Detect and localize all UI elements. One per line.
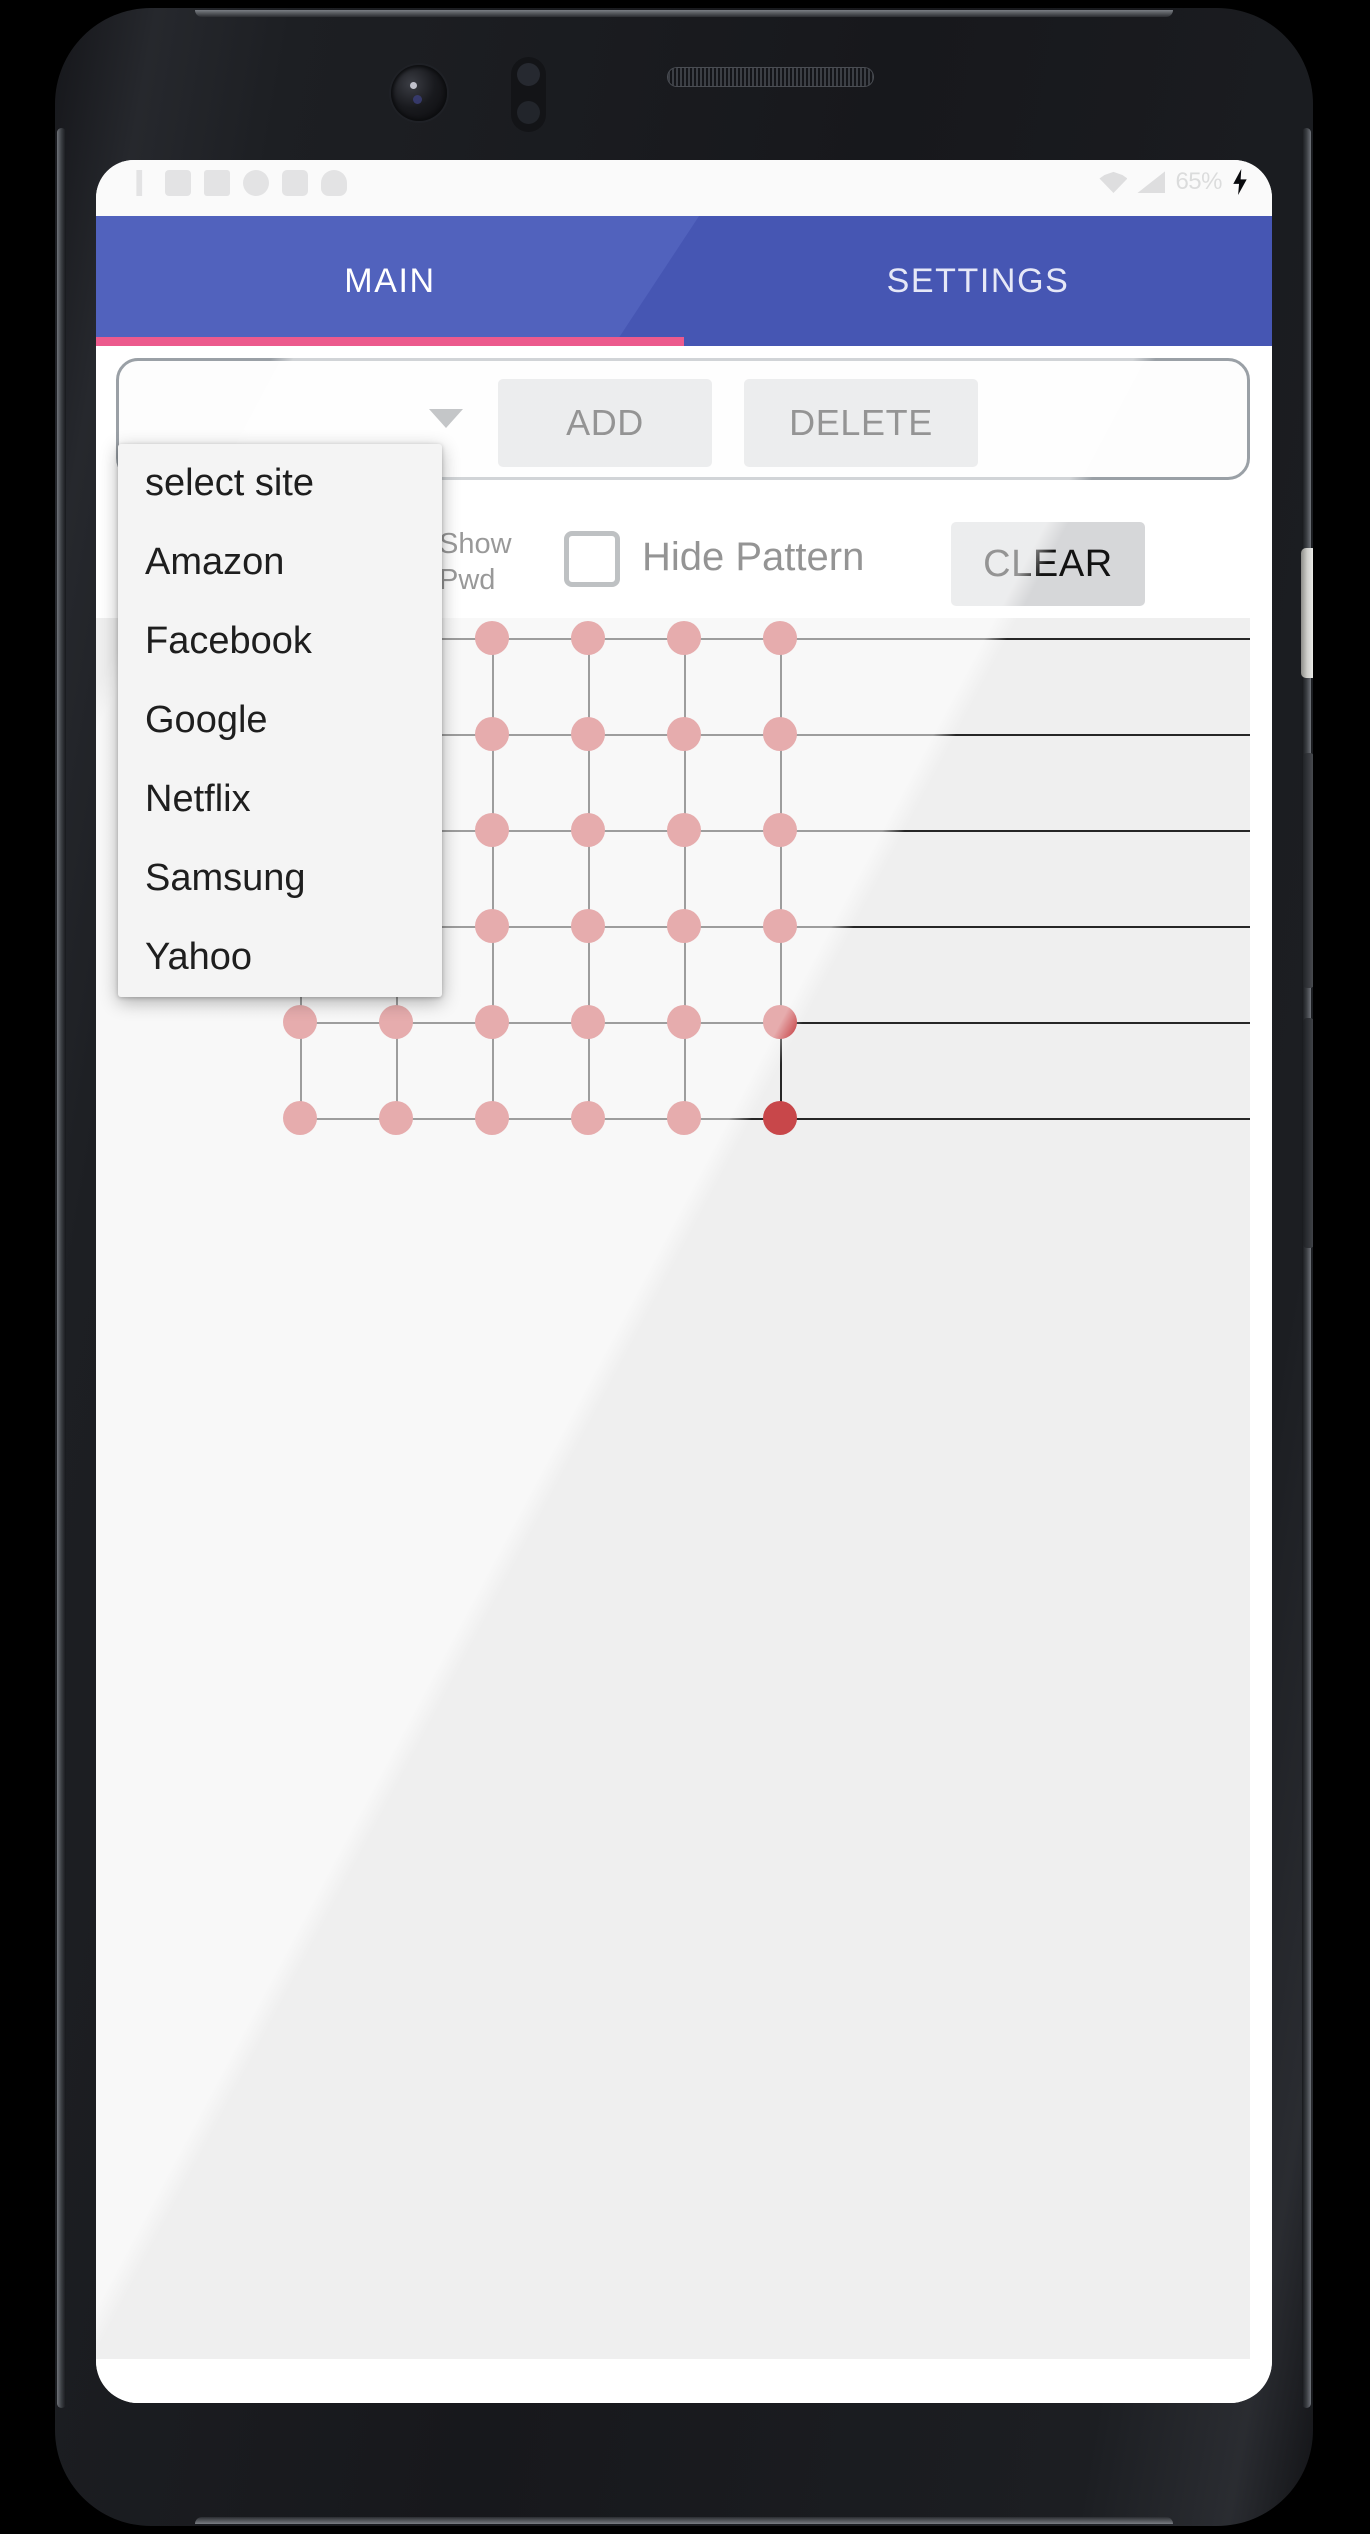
pattern-dot-r3-c5[interactable]: [763, 909, 797, 943]
show-pwd-label: Show Pwd: [439, 526, 549, 598]
proximity-sensor-icon: [511, 57, 546, 132]
pattern-dot-r5-c5[interactable]: [763, 1101, 797, 1135]
pattern-dot-r5-c2[interactable]: [475, 1101, 509, 1135]
dropdown-item-label: Netflix: [145, 778, 251, 820]
pattern-dot-r2-c3[interactable]: [571, 813, 605, 847]
pattern-dot-r4-c0[interactable]: [283, 1005, 317, 1039]
chevron-down-icon[interactable]: [429, 409, 463, 428]
battery-percent-label: 65%: [1175, 168, 1222, 195]
notification-icon-6: [321, 170, 347, 196]
pattern-dot-r4-c1[interactable]: [379, 1005, 413, 1039]
notification-icon-2: [165, 170, 191, 196]
hide-pattern-label: Hide Pattern: [642, 535, 865, 579]
phone-frame: 65% MAIN SETTINGS ADD DELETE Show Pwd Hi…: [55, 8, 1313, 2526]
site-dropdown-menu[interactable]: select site Amazon Facebook Google Netflix Sa…: [118, 444, 442, 997]
tab-settings-label: SETTINGS: [886, 261, 1070, 300]
wifi-icon: [1099, 171, 1128, 193]
pattern-dot-r1-c4[interactable]: [667, 717, 701, 751]
pattern-dot-r5-c3[interactable]: [571, 1101, 605, 1135]
dropdown-item-label: Google: [145, 699, 268, 741]
pattern-dot-r2-c4[interactable]: [667, 813, 701, 847]
phone-rim-top: [195, 10, 1173, 17]
dropdown-item-amazon[interactable]: Amazon: [118, 523, 442, 602]
status-bar-notification-icons: [126, 170, 347, 196]
pattern-dot-r1-c3[interactable]: [571, 717, 605, 751]
pattern-grid-line-v-4: [684, 638, 686, 1118]
dropdown-item-label: select site: [145, 462, 314, 504]
pattern-dot-r3-c4[interactable]: [667, 909, 701, 943]
pattern-dot-r4-c5[interactable]: [763, 1005, 797, 1039]
app-content: ADD DELETE Show Pwd Hide Pattern CLEAR s: [96, 346, 1272, 2403]
power-button[interactable]: [1301, 548, 1313, 678]
status-bar-system-icons: 65%: [1099, 168, 1248, 196]
charging-bolt-icon: [1233, 169, 1247, 195]
show-pwd-label-line1: Show: [439, 528, 512, 560]
dropdown-item-label: Amazon: [145, 541, 285, 583]
pattern-dot-r0-c2[interactable]: [475, 621, 509, 655]
pattern-dot-r3-c2[interactable]: [475, 909, 509, 943]
pattern-dot-r0-c3[interactable]: [571, 621, 605, 655]
pattern-dot-r4-c4[interactable]: [667, 1005, 701, 1039]
bixby-button[interactable]: [1303, 1018, 1313, 1248]
pattern-grid-line-v-5: [780, 638, 782, 1118]
volume-rocker[interactable]: [1303, 753, 1313, 988]
pattern-dot-r0-c5[interactable]: [763, 621, 797, 655]
notification-icon-5: [282, 170, 308, 196]
pattern-dot-r5-c1[interactable]: [379, 1101, 413, 1135]
phone-rim-bottom: [195, 2517, 1173, 2524]
tab-main-label: MAIN: [344, 261, 436, 300]
clear-button[interactable]: CLEAR: [951, 522, 1145, 606]
tab-active-indicator: [96, 337, 684, 346]
notification-icon-1: [136, 170, 143, 196]
tab-main[interactable]: MAIN: [96, 216, 684, 346]
dropdown-item-samsung[interactable]: Samsung: [118, 839, 442, 918]
dropdown-item-facebook[interactable]: Facebook: [118, 602, 442, 681]
phone-rim-right: [1302, 128, 1311, 2408]
phone-rim-left: [57, 128, 66, 2408]
notification-icon-4: [243, 170, 269, 196]
pattern-dot-r5-c4[interactable]: [667, 1101, 701, 1135]
pattern-dot-r5-c0[interactable]: [283, 1101, 317, 1135]
dropdown-item-google[interactable]: Google: [118, 681, 442, 760]
status-bar: 65%: [96, 160, 1272, 216]
delete-button[interactable]: DELETE: [744, 379, 978, 467]
phone-screen: 65% MAIN SETTINGS ADD DELETE Show Pwd Hi…: [96, 160, 1272, 2403]
pattern-dot-r4-c3[interactable]: [571, 1005, 605, 1039]
pattern-grid-line-v-2: [492, 638, 494, 1118]
dropdown-item-yahoo[interactable]: Yahoo: [118, 918, 442, 997]
pattern-grid-line-v-3: [588, 638, 590, 1118]
pattern-dot-r0-c4[interactable]: [667, 621, 701, 655]
front-camera-icon: [391, 65, 447, 121]
dropdown-item-label: Facebook: [145, 620, 312, 662]
notification-icon-3: [204, 170, 230, 196]
dropdown-item-label: Yahoo: [145, 936, 253, 978]
cellular-signal-icon: [1137, 171, 1166, 193]
pattern-dot-r1-c5[interactable]: [763, 717, 797, 751]
tab-settings[interactable]: SETTINGS: [684, 216, 1272, 346]
pattern-dot-r1-c2[interactable]: [475, 717, 509, 751]
dropdown-item-netflix[interactable]: Netflix: [118, 760, 442, 839]
dropdown-item-select-site[interactable]: select site: [118, 444, 442, 523]
pattern-dot-r2-c5[interactable]: [763, 813, 797, 847]
earpiece-speaker-icon: [668, 68, 873, 86]
hide-pattern-checkbox[interactable]: [564, 531, 620, 587]
show-pwd-label-line2: Pwd: [439, 564, 496, 596]
add-button[interactable]: ADD: [498, 379, 712, 467]
pattern-dot-r2-c2[interactable]: [475, 813, 509, 847]
pattern-dot-r4-c2[interactable]: [475, 1005, 509, 1039]
tab-bar: MAIN SETTINGS: [96, 216, 1272, 346]
pattern-dot-r3-c3[interactable]: [571, 909, 605, 943]
dropdown-item-label: Samsung: [145, 857, 306, 899]
